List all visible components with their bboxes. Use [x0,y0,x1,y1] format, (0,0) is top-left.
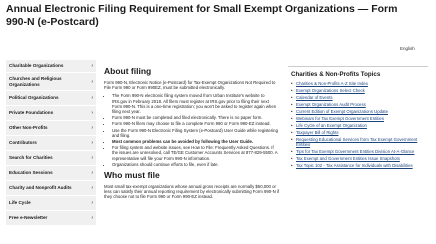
language-link[interactable]: English [400,46,415,51]
sidebar-item-life-cycle[interactable]: Life Cycle › [6,196,96,211]
who-must-file-heading: Who must file [104,170,160,181]
sidebar-item-other-non-profits[interactable]: Other Non-Profits › [6,121,96,136]
sidebar-item-audits[interactable]: Charity and Nonprofit Audits › [6,181,96,196]
page-title: Annual Electronic Filing Requirement for… [6,3,398,28]
topics-heading: Charities & Non-Profits Topics [291,71,381,78]
list-item: Organizations should continue efforts to… [112,162,280,167]
topic-link[interactable]: Requesting Educational Services from Tax… [288,137,428,149]
topic-link[interactable]: Webinars for Tax Exempt Government Entit… [288,116,428,123]
topic-link[interactable]: Life Cycle of an Exempt Organization [288,123,428,130]
topic-link[interactable]: Exempt Organizations Audit Process [288,102,428,109]
topic-link[interactable]: Taxpayer Bill of Rights [288,130,428,137]
who-must-file-paragraph: Most small tax-exempt organizations whos… [104,184,280,200]
chevron-right-icon: › [91,140,93,146]
sidebar-item-label: Contributors [9,140,37,146]
sidebar-item-label: Search for Charities [9,155,53,161]
list-item: For filing system and website issues, se… [112,145,280,161]
topic-link[interactable]: Tax Exempt and Government Entities Issue… [288,156,428,163]
topics-sidebar: Charities & Non-Profits Topics Charities… [288,66,428,170]
sidebar-item-label: Education Sessions [9,170,53,176]
topic-link[interactable]: Current Edition of Exempt Organizations … [288,109,428,116]
chevron-right-icon: › [91,170,93,176]
sidebar-item-free-e-newsletter[interactable]: Free e-Newsletter › [6,211,96,226]
sidebar-item-label: Life Cycle [9,200,31,206]
sidebar-item-label: Charity and Nonprofit Audits [9,185,72,191]
chevron-right-icon: › [91,155,93,161]
sidebar-item-education-sessions[interactable]: Education Sessions › [6,166,96,181]
chevron-right-icon: › [91,63,93,69]
sidebar-item-label: Churches and Religious Organizations [9,76,62,87]
chevron-right-icon: › [91,95,93,101]
list-item: Form 990-N filers may choose to file a c… [112,121,280,126]
sidebar-item-private-foundations[interactable]: Private Foundations › [6,106,96,121]
chevron-right-icon: › [91,110,93,116]
list-item: Most common problems can be avoided by f… [112,139,280,144]
sidebar-item-charitable-organizations[interactable]: Charitable Organizations › [6,60,96,73]
filing-bullet-list: The Form 990-N electronic filing system … [104,93,280,167]
sidebar-item-label: Political Organizations [9,95,59,101]
chevron-right-icon: › [91,185,93,191]
list-item: Form 990-N must be completed and filed e… [112,115,280,120]
sidebar-item-political-organizations[interactable]: Political Organizations › [6,91,96,106]
intro-paragraph: Form 990-N, Electronic Notice (e-Postcar… [104,80,276,91]
topic-link[interactable]: Tax Topic 102 - Tax Assistance for Indiv… [288,163,428,170]
main-content: About filing Form 990-N, Electronic Noti… [104,66,280,203]
list-item: The Form 990-N electronic filing system … [112,93,280,114]
sidebar-item-label: Private Foundations [9,110,54,116]
chevron-right-icon: › [91,125,93,131]
chevron-right-icon: › [91,215,93,221]
sidebar-item-churches[interactable]: Churches and Religious Organizations › [6,73,96,91]
topic-link[interactable]: Charities & Non-Profits A-Z Site Index [288,81,428,88]
list-item: Use the Form 990-N Electronic Filing Sys… [112,128,280,138]
topic-link[interactable]: Exempt Organizations Select Check [288,88,428,95]
sidebar-item-label: Charitable Organizations [9,63,64,69]
topic-link[interactable]: Tips for Tax Exempt Government Entities … [288,149,428,156]
about-filing-heading: About filing [104,66,152,76]
topic-link[interactable]: Calendar of Events [288,95,428,102]
sidebar-nav: Charitable Organizations › Churches and R… [6,60,96,226]
topics-link-list: Charities & Non-Profits A-Z Site Index E… [288,81,428,170]
sidebar-item-label: Free e-Newsletter [9,215,48,221]
chevron-right-icon: › [91,200,93,206]
sidebar-item-contributors[interactable]: Contributors › [6,136,96,151]
chevron-right-icon: › [91,78,93,85]
sidebar-item-label: Other Non-Profits [9,125,48,131]
sidebar-item-search-for-charities[interactable]: Search for Charities › [6,151,96,166]
